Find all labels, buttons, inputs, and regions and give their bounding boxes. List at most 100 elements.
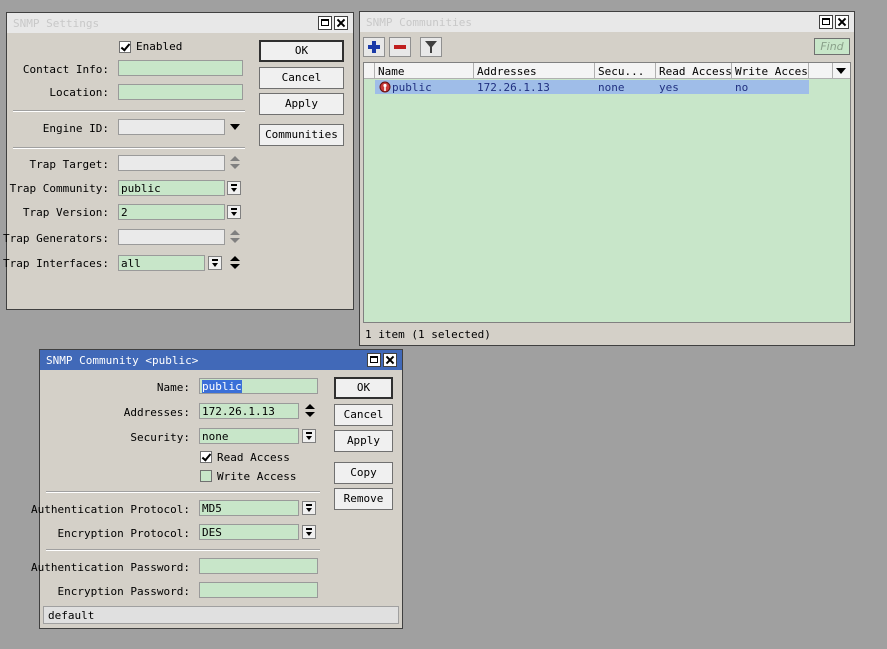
find-button[interactable]: Find	[814, 38, 850, 55]
auth-password-label: Authentication Password:	[31, 561, 190, 574]
name-value: public	[202, 380, 242, 393]
engine-id-dropdown-icon[interactable]	[230, 124, 240, 130]
status-bar: default	[43, 606, 399, 624]
auth-protocol-field[interactable]: MD5	[199, 500, 299, 516]
close-icon[interactable]	[383, 353, 397, 367]
read-access-label: Read Access	[217, 451, 290, 464]
chevron-down-icon	[836, 68, 846, 74]
enc-password-label: Encryption Password:	[57, 585, 190, 598]
engine-id-field[interactable]	[118, 119, 225, 135]
cell-security: none	[598, 81, 625, 94]
close-icon[interactable]	[334, 16, 348, 30]
security-label: Security:	[130, 431, 190, 444]
trap-community-label: Trap Community:	[9, 182, 109, 195]
column-chooser-button[interactable]	[833, 63, 850, 79]
trap-community-field[interactable]: public	[118, 180, 225, 196]
cell-addresses: 172.26.1.13	[477, 81, 550, 94]
column-header-extra	[809, 63, 833, 79]
trap-interfaces-label: Trap Interfaces:	[3, 257, 109, 270]
auth-protocol-dropdown-icon[interactable]	[302, 501, 316, 515]
trap-version-field[interactable]: 2	[118, 204, 225, 220]
column-header-write-access[interactable]: Write Access	[732, 63, 809, 79]
column-header-security[interactable]: Secu...	[595, 63, 656, 79]
cell-read-access: yes	[659, 81, 679, 94]
enabled-checkbox[interactable]	[119, 41, 131, 53]
separator	[13, 110, 245, 112]
table-row[interactable]: public 172.26.1.13 none yes no	[375, 80, 809, 94]
separator	[13, 147, 245, 149]
location-label: Location:	[49, 86, 109, 99]
status-bar: 1 item (1 selected)	[360, 325, 854, 345]
snmp-community-window: SNMP Community <public> Name: public Add…	[31, 349, 403, 629]
addresses-label: Addresses:	[123, 406, 190, 419]
close-icon[interactable]	[835, 15, 849, 29]
contact-info-label: Contact Info:	[22, 63, 109, 76]
communities-table[interactable]: Name Addresses Secu... Read Access Write…	[363, 62, 851, 323]
auth-protocol-label: Authentication Protocol:	[31, 503, 190, 516]
add-icon	[368, 41, 380, 53]
trap-target-field[interactable]	[118, 155, 225, 171]
write-access-label: Write Access	[217, 470, 297, 483]
read-access-checkbox[interactable]	[200, 451, 212, 463]
engine-id-label: Engine ID:	[42, 122, 109, 135]
separator	[46, 491, 320, 493]
trap-community-dropdown-icon[interactable]	[227, 181, 241, 195]
column-header-read-access[interactable]: Read Access	[656, 63, 732, 79]
cell-write-access: no	[735, 81, 749, 94]
column-header-name[interactable]: Name	[375, 63, 474, 79]
contact-info-field[interactable]	[118, 60, 243, 76]
apply-button[interactable]: Apply	[334, 430, 393, 452]
location-field[interactable]	[118, 84, 243, 100]
trap-generators-label: Trap Generators:	[3, 232, 109, 245]
filter-button[interactable]	[420, 37, 442, 57]
ok-button[interactable]: OK	[259, 40, 344, 62]
security-field[interactable]: none	[199, 428, 299, 444]
trap-interfaces-spinner-icon[interactable]	[230, 256, 240, 270]
enc-protocol-label: Encryption Protocol:	[57, 527, 190, 540]
enc-password-field[interactable]	[199, 582, 318, 598]
filter-icon	[425, 41, 437, 53]
enabled-label: Enabled	[136, 40, 183, 53]
communities-button[interactable]: Communities	[259, 124, 344, 146]
maximize-icon[interactable]	[367, 353, 381, 367]
snmp-settings-titlebar[interactable]: SNMP Settings	[7, 13, 353, 33]
window-title: SNMP Communities	[366, 16, 472, 29]
trap-interfaces-dropdown-icon[interactable]	[208, 256, 222, 270]
snmp-communities-window: SNMP Communities Find Name Addresses Sec…	[359, 11, 855, 346]
remove-button[interactable]	[389, 37, 411, 57]
trap-target-label: Trap Target:	[29, 158, 109, 171]
addresses-spinner-icon[interactable]	[305, 404, 315, 418]
add-button[interactable]	[363, 37, 385, 57]
name-field[interactable]: public	[199, 378, 318, 394]
trap-target-spinner-icon[interactable]	[230, 156, 240, 170]
snmp-settings-window: SNMP Settings Enabled Contact Info: Loca…	[3, 12, 354, 310]
trap-version-label: Trap Version:	[22, 206, 109, 219]
trap-interfaces-field[interactable]: all	[118, 255, 205, 271]
auth-password-field[interactable]	[199, 558, 318, 574]
name-label: Name:	[156, 381, 190, 394]
snmp-community-titlebar[interactable]: SNMP Community <public>	[40, 350, 402, 370]
snmp-communities-titlebar[interactable]: SNMP Communities	[360, 12, 854, 32]
apply-button[interactable]: Apply	[259, 93, 344, 115]
trap-generators-field[interactable]	[118, 229, 225, 245]
column-header-marker	[364, 63, 375, 79]
addresses-field[interactable]: 172.26.1.13	[199, 403, 299, 419]
ok-button[interactable]: OK	[334, 377, 393, 399]
write-access-checkbox[interactable]	[200, 470, 212, 482]
security-dropdown-icon[interactable]	[302, 429, 316, 443]
maximize-icon[interactable]	[819, 15, 833, 29]
enc-protocol-dropdown-icon[interactable]	[302, 525, 316, 539]
column-header-addresses[interactable]: Addresses	[474, 63, 595, 79]
cancel-button[interactable]: Cancel	[259, 67, 344, 89]
window-title: SNMP Community <public>	[46, 354, 199, 367]
trap-generators-spinner-icon[interactable]	[230, 230, 240, 244]
remove-button[interactable]: Remove	[334, 488, 393, 510]
remove-icon	[394, 45, 406, 49]
trap-version-dropdown-icon[interactable]	[227, 205, 241, 219]
separator	[46, 549, 320, 551]
copy-button[interactable]: Copy	[334, 462, 393, 484]
enc-protocol-field[interactable]: DES	[199, 524, 299, 540]
cancel-button[interactable]: Cancel	[334, 404, 393, 426]
maximize-icon[interactable]	[318, 16, 332, 30]
window-title: SNMP Settings	[13, 17, 100, 30]
